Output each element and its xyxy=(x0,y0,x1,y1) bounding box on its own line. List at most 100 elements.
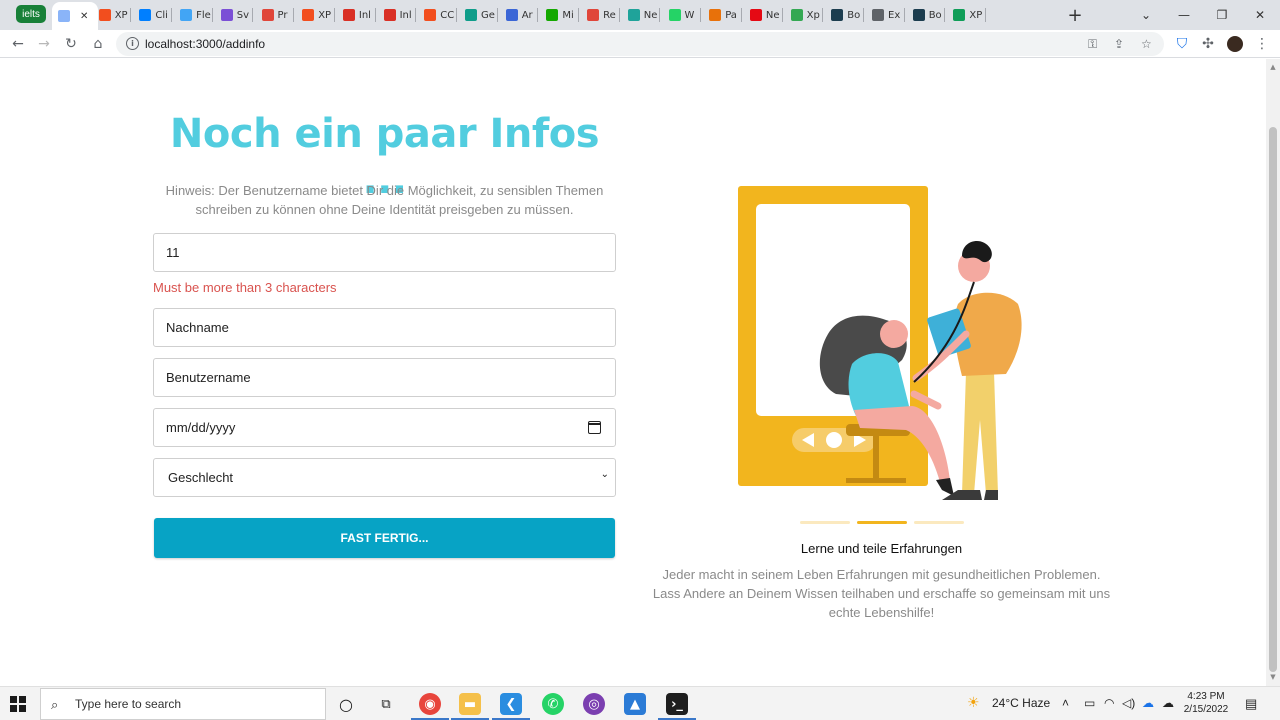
profile-avatar[interactable] xyxy=(1225,34,1245,54)
browser-tab[interactable]: XP xyxy=(296,4,335,26)
extensions-puzzle-icon[interactable]: ✣ xyxy=(1198,34,1218,54)
slide-dot[interactable] xyxy=(857,521,907,524)
browser-tab[interactable]: Inl xyxy=(378,4,417,26)
gender-select[interactable]: Geschlecht ⌄ xyxy=(153,458,616,497)
browser-tab[interactable]: Fle xyxy=(174,4,213,26)
diamond-icon xyxy=(465,9,477,21)
slide-dot[interactable] xyxy=(800,521,850,524)
chevron-down-icon[interactable]: ⌄ xyxy=(601,469,609,480)
browser-tab[interactable]: Pr xyxy=(256,4,295,26)
taskbar-clock[interactable]: 4:23 PM 2/15/2022 xyxy=(1178,690,1234,716)
scrollbar-thumb[interactable] xyxy=(1269,127,1277,672)
browser-tab[interactable]: Ar xyxy=(500,4,539,26)
new-tab-button[interactable]: + xyxy=(1064,4,1086,26)
notifications-icon[interactable]: ▤ xyxy=(1245,696,1257,712)
calendar-icon[interactable] xyxy=(588,421,601,434)
date-placeholder[interactable]: mm/dd/yyyy xyxy=(166,420,235,435)
last-name-field[interactable] xyxy=(153,308,616,347)
page-icon xyxy=(58,10,70,22)
figma-icon xyxy=(424,9,437,21)
scroll-down-icon[interactable]: ▼ xyxy=(1269,673,1277,681)
tray-chevron-icon[interactable]: ˄ xyxy=(1062,696,1069,710)
site-info-icon[interactable]: i xyxy=(126,37,139,50)
bookmark-star-icon[interactable]: ☆ xyxy=(1141,37,1152,51)
terminal-icon[interactable]: ›_ xyxy=(666,693,688,715)
cloud-icon[interactable]: ☁ xyxy=(1162,696,1174,710)
battery-icon[interactable]: ▭ xyxy=(1084,696,1095,710)
cortana-icon[interactable]: ○ xyxy=(335,693,357,715)
onedrive-icon[interactable]: ☁ xyxy=(1142,696,1154,710)
weather-icon[interactable]: ☀ xyxy=(967,694,980,711)
browser-tab[interactable]: Ne xyxy=(622,4,661,26)
back-icon[interactable]: ← xyxy=(8,34,28,54)
whatsapp-taskbar-icon[interactable]: ✆ xyxy=(542,693,564,715)
birthdate-field[interactable]: mm/dd/yyyy xyxy=(153,408,616,447)
tab-group-chip[interactable]: ielts xyxy=(16,5,46,23)
task-view-icon[interactable]: ⧉ xyxy=(375,693,397,715)
browser-tab[interactable]: Bo xyxy=(825,4,864,26)
wifi-icon[interactable]: ◠ xyxy=(1104,696,1114,710)
first-name-field[interactable] xyxy=(153,233,616,272)
first-name-input[interactable] xyxy=(166,245,615,260)
close-window-icon[interactable]: ✕ xyxy=(1240,0,1280,30)
browser-tab[interactable]: Xp xyxy=(785,4,824,26)
submit-button[interactable]: FAST FERTIG... xyxy=(154,518,615,558)
doc-icon xyxy=(261,9,274,21)
chrome-taskbar-icon[interactable]: ◉ xyxy=(419,693,441,715)
browser-tab-label: Ne xyxy=(643,9,658,21)
browser-tab[interactable]: Ne xyxy=(744,4,783,26)
photos-icon[interactable]: ▲ xyxy=(624,693,646,715)
browser-tab[interactable]: Mi xyxy=(540,4,580,26)
slide-dot[interactable] xyxy=(914,521,964,524)
github-desktop-icon[interactable]: ◎ xyxy=(583,693,605,715)
key-icon[interactable]: ⚿ xyxy=(1088,37,1097,52)
maximize-icon[interactable]: ❐ xyxy=(1202,0,1242,30)
browser-tab[interactable]: Inl xyxy=(337,4,376,26)
reload-icon[interactable]: ↻ xyxy=(61,34,81,54)
username-input[interactable] xyxy=(166,370,615,385)
minimize-icon[interactable]: — xyxy=(1164,0,1204,30)
browser-tab-label: Fle xyxy=(196,9,211,21)
address-bar[interactable]: i localhost:3000/addinfo ⚿ ⇪ ☆ xyxy=(116,32,1164,56)
netflix-icon xyxy=(749,9,762,21)
taskbar-search-box[interactable]: ⌕ Type here to search xyxy=(40,688,326,720)
browser-tab[interactable]: Cli xyxy=(133,4,173,26)
username-field[interactable] xyxy=(153,358,616,397)
volume-icon[interactable]: ◁) xyxy=(1122,696,1135,710)
gender-selected-value[interactable]: Geschlecht xyxy=(168,470,233,485)
clock-time: 4:23 PM xyxy=(1187,691,1225,702)
browser-tab[interactable]: ✕ xyxy=(52,2,98,30)
browser-tab[interactable]: CC xyxy=(418,4,457,26)
page-scrollbar[interactable]: ▲ ▼ xyxy=(1266,59,1280,686)
weather-text[interactable]: 24°C Haze xyxy=(992,696,1050,710)
browser-tab[interactable]: Ge xyxy=(459,4,498,26)
windows-start-icon[interactable] xyxy=(10,696,26,712)
browser-tab[interactable]: Pa xyxy=(703,4,742,26)
taskbar-search-placeholder[interactable]: Type here to search xyxy=(75,697,181,711)
scroll-up-icon[interactable]: ▲ xyxy=(1269,63,1277,71)
browser-tab-label: Inl xyxy=(358,9,371,21)
file-explorer-icon[interactable]: ▬ xyxy=(459,693,481,715)
close-tab-icon[interactable]: ✕ xyxy=(80,11,88,22)
browser-menu-icon[interactable]: ⋮ xyxy=(1252,34,1272,54)
home-icon[interactable]: ⌂ xyxy=(88,34,108,54)
last-name-input[interactable] xyxy=(166,320,615,335)
browser-tab[interactable]: XP xyxy=(947,4,987,26)
browser-tab[interactable]: Bo xyxy=(907,4,946,26)
shield-extension-icon[interactable]: ⛉ xyxy=(1172,34,1192,54)
forward-icon[interactable]: → xyxy=(34,34,54,54)
browser-tab[interactable]: Ex xyxy=(866,4,905,26)
figma-icon xyxy=(302,9,315,21)
browser-tab[interactable]: W xyxy=(663,4,702,26)
tab-search-icon[interactable]: ⌄ xyxy=(1126,0,1166,30)
browser-tab[interactable]: XP xyxy=(93,4,132,26)
browser-tab[interactable]: Re xyxy=(581,4,620,26)
browser-tab[interactable]: Sv xyxy=(215,4,254,26)
share-icon[interactable]: ⇪ xyxy=(1114,37,1124,51)
address-url[interactable]: localhost:3000/addinfo xyxy=(145,37,265,51)
browser-tab-label: Ge xyxy=(481,9,495,21)
vscode-icon[interactable]: ❮ xyxy=(500,693,522,715)
tab-separator xyxy=(822,8,824,22)
tab-separator xyxy=(862,8,864,22)
windows-taskbar: ⌕ Type here to search ○ ⧉ ◉ ▬ ❮ ✆ ◎ ▲ ›_… xyxy=(0,686,1280,720)
